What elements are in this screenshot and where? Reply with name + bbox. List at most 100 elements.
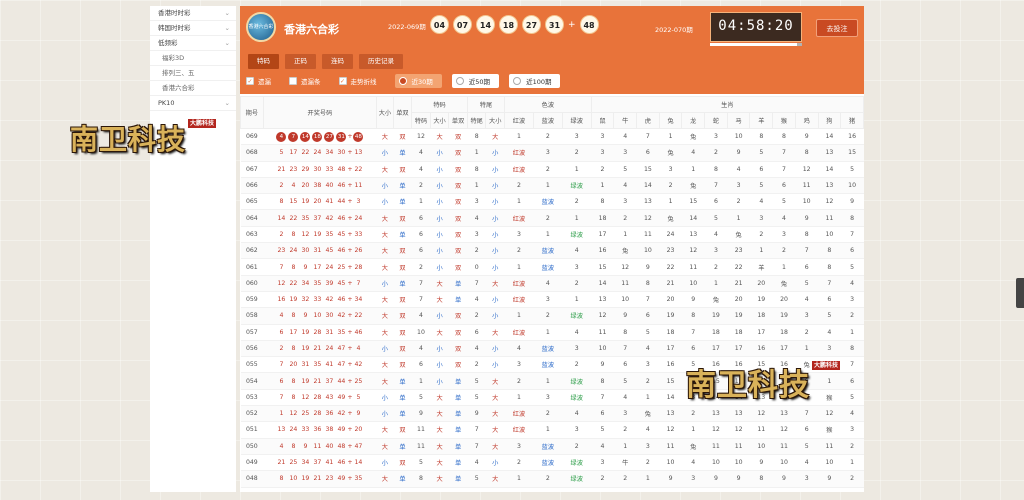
table-cell: 15 [840, 144, 864, 162]
sidebar-item[interactable]: 福彩3D [150, 51, 236, 66]
table-cell: 9 [727, 144, 750, 162]
trend-table[interactable]: 期号 开奖号码 大小 单双 特码 特尾 色波 生肖 特码 大小 单双 特尾 大小 红波 蓝波 绿波鼠牛虎兔龙蛇… [240, 96, 864, 492]
table-row[interactable]: 051 13 24 33 36 38 49 +20 大双 11 大单 7 大红波 1 3 5 2 4 12 1 12 12… [240, 421, 864, 439]
sidebar-item[interactable]: 香港时时彩 ⌄ [150, 6, 236, 21]
draw-number: 8 [291, 442, 296, 450]
table-cell: 1 [840, 324, 864, 341]
table-cell: 20 [659, 291, 682, 309]
table-cell: 大 [485, 470, 505, 488]
table-row[interactable]: 050 4 8 9 11 40 48 +47 大单 11 大单 7 大 3 蓝波 2 4 1 3 11 兔 11 11 10 1… [240, 438, 864, 455]
table-cell: 红波 [504, 161, 534, 178]
table-cell: 4 [704, 226, 728, 244]
table-row[interactable]: 065 8 15 19 20 41 44 +3 小单 1 小双 3 小 1 蓝波 2 8 3 13 1 15 6 2 4 5 10… [240, 193, 864, 211]
table-cell: 1 [533, 226, 563, 244]
table-cell: 1 [562, 291, 592, 309]
tab-1[interactable]: 正码 [285, 54, 316, 69]
sidebar-item[interactable]: 韩国时时彩 ⌄ [150, 21, 236, 36]
table-row[interactable]: 048 8 10 19 21 23 49 +35 大单 8 大单 5 大 1 2 绿波 2 2 1 9 3 9 9 8 9 3 9 2 [240, 470, 864, 488]
draw-number: 46 [337, 247, 346, 255]
table-row[interactable]: 058 4 8 9 10 30 42 +22 大双 4 小双 2 小 1 2 绿波 12 9 6 19 8 19 19 18 1… [240, 307, 864, 325]
table-row[interactable]: 066 2 4 20 38 40 46 +11 小单 2 小双 1 小 2 1 绿波 1 4 14 2 兔 7 3 5 6 11 1… [240, 177, 864, 195]
range-button[interactable]: 近50期 [451, 74, 500, 88]
range-button[interactable]: 近30期 [394, 74, 442, 88]
table-cell: 11 [411, 421, 431, 439]
draw-number: 21 [277, 165, 286, 173]
filter-checkbox[interactable]: 遗漏 [246, 76, 271, 86]
table-cell: 双 [393, 161, 412, 178]
table-row[interactable]: 059 16 19 32 33 42 46 +34 大双 7 大单 4 小红波 3 1 13 10 7 20 9 兔 20… [240, 291, 864, 309]
table-cell: 大 [376, 209, 394, 227]
chevron-down-icon: ⌄ [224, 99, 230, 107]
draw-numbers-cell: 7 8 12 28 43 49 +5 [263, 389, 377, 407]
table-cell: 红波 [504, 405, 534, 423]
table-cell: 兔 [681, 128, 705, 146]
table-row[interactable]: 052 1 12 25 28 36 42 +9 小单 9 大单 9 大红波 2 4 6 3 兔 13 2 13 13 12 1… [240, 405, 864, 423]
draw-number: 20 [301, 182, 310, 190]
table-cell: 大 [376, 291, 394, 309]
checkbox-icon[interactable] [246, 77, 254, 85]
draw-number: 47 [337, 361, 346, 369]
table-cell: 红波 [504, 421, 534, 439]
table-row[interactable]: 064 14 22 35 37 42 46 +24 大双 6 小双 4 小红波 2 1 18 2 12 兔 14 5 1 3… [240, 209, 864, 227]
table-cell: 2 [591, 161, 614, 178]
draw-number: 44 [337, 198, 346, 206]
table-cell: 10 [659, 454, 682, 472]
table-cell: 1 [533, 421, 563, 439]
sidebar-item[interactable]: 排列三、五 [150, 66, 236, 81]
table-row[interactable]: 067 21 23 29 30 33 48 +22 大双 4 小双 8 小红波 2 1 2 5 15 3 1 8 4 6 7 1… [240, 161, 864, 178]
table-cell: 8 [795, 226, 819, 244]
table-row[interactable]: 069 4 7 14 18 27 31 +48 大双 12 大双 8 大 1 2 3 3 4 7 1 兔 3 10 8 8 9 14… [240, 128, 864, 146]
side-drawer-handle[interactable] [1016, 278, 1024, 308]
filter-checkbox[interactable]: 遗漏条 [289, 76, 321, 86]
range-button[interactable]: 近100期 [509, 74, 561, 88]
special-ball: 48 [579, 15, 599, 34]
draw-number: 14 [300, 131, 311, 142]
checkbox-icon[interactable] [338, 77, 347, 85]
special-number: 34 [354, 296, 363, 304]
table-cell: 小 [376, 144, 394, 162]
table-row[interactable]: 062 23 24 30 31 45 46 +26 大双 6 小双 2 小 2 蓝波 4 16 兔 10 23 12 3 2… [240, 242, 864, 260]
filter-checkbox[interactable]: 走势折线 [338, 76, 377, 86]
table-row[interactable]: 057 6 17 19 28 31 35 +46 大双 10 大双 6 大红波 1 4 11 8 5 18 7 18 18… [240, 324, 864, 341]
table-cell: 1 [681, 161, 705, 178]
go-bet-button[interactable]: 去投注 [816, 19, 858, 37]
tab-3[interactable]: 历史记录 [359, 54, 403, 69]
draw-number: 33 [301, 426, 310, 434]
draw-number: 28 [313, 393, 322, 401]
sidebar-item[interactable]: 香港六合彩 [150, 81, 236, 96]
table-cell: 小 [376, 275, 394, 292]
table-cell: 1 [562, 161, 592, 178]
table-cell: 060 [240, 275, 264, 292]
special-number: 48 [353, 131, 364, 142]
table-cell: 双 [448, 209, 468, 227]
table-row[interactable]: 060 12 22 34 35 39 45 +7 小单 7 大单 7 大红波 4 2 14 11 8 21 10 1 21… [240, 275, 864, 292]
sidebar-item[interactable]: PK10 ⌄ [150, 96, 236, 111]
sidebar-item[interactable]: 低频彩 ⌄ [150, 36, 236, 51]
draw-number: 4 [279, 312, 284, 320]
table-row[interactable]: 056 2 8 19 21 24 47 +4 小双 4 小双 4 小 4 蓝波 3 10 7 4 17 6 17 17 16 1… [240, 340, 864, 358]
table-cell: 2 [467, 242, 486, 260]
draw-number: 46 [337, 296, 346, 304]
table-cell: 066 [240, 177, 264, 195]
table-cell: 11 [411, 438, 431, 455]
table-cell: 2 [467, 356, 486, 374]
draw-number: 37 [313, 214, 322, 222]
tab-2[interactable]: 连码 [322, 54, 353, 69]
table-row[interactable]: 049 21 25 34 37 41 46 +14 小双 5 大单 4 小 2 蓝波 绿波 3 牛 2 10 4 10 10… [240, 454, 864, 472]
table-row[interactable]: 063 2 8 12 19 35 45 +33 大单 6 小双 3 小 3 1 绿波 17 1 11 24 13 4 兔 2 3… [240, 226, 864, 244]
checkbox-icon[interactable] [289, 77, 297, 85]
table-cell: 双 [448, 340, 468, 358]
draw-number: 41 [325, 198, 334, 206]
table-cell: 2 [749, 226, 773, 244]
draw-number: 41 [325, 361, 334, 369]
table-cell: 10 [704, 454, 728, 472]
table-cell: 5 [795, 438, 819, 455]
table-cell: 2 [533, 307, 563, 325]
table-cell: 4 [681, 454, 705, 472]
tab-0[interactable]: 特码 [248, 54, 279, 69]
table-cell: 12 [704, 421, 728, 439]
table-cell: 2 [840, 438, 864, 455]
table-cell: 3 [636, 438, 660, 455]
table-row[interactable]: 068 5 17 22 24 34 30 +13 小单 4 小双 1 小红波 3 2 3 3 6 兔 4 2 9 5 7 8 13… [240, 144, 864, 162]
table-row[interactable]: 061 7 8 9 17 24 25 +28 大双 2 小双 0 小 1 蓝波 3 15 12 9 22 11 2 22 羊 1… [240, 258, 864, 276]
